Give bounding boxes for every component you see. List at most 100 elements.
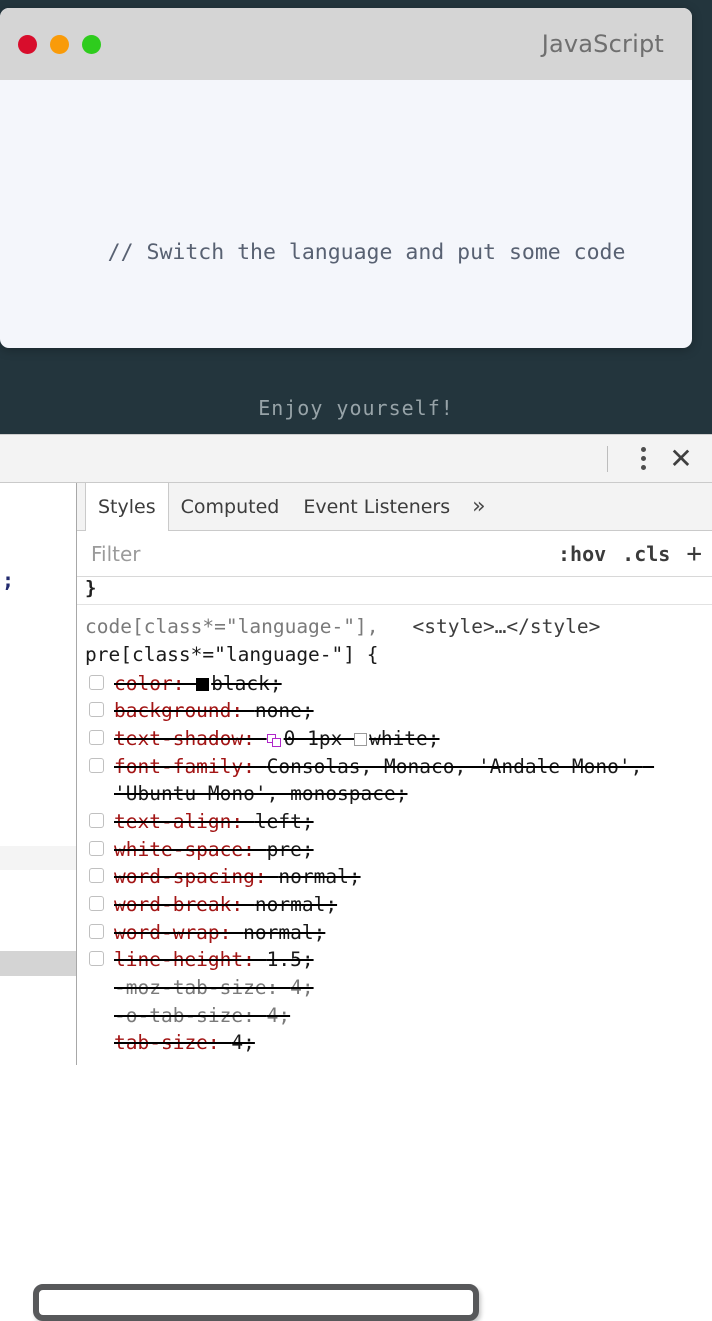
declaration-value[interactable]: black; (211, 672, 281, 695)
declaration-value[interactable]: none; (255, 699, 314, 722)
more-options-button[interactable] (624, 440, 662, 478)
declaration-property[interactable]: word-wrap: (114, 921, 243, 944)
declaration-property[interactable]: -moz-tab-size: (114, 976, 290, 999)
declaration-value[interactable]: left; (255, 810, 314, 833)
shadow-swatch-icon[interactable] (266, 733, 282, 747)
css-declaration-row[interactable]: line-height: 1.5; (85, 946, 712, 974)
declaration-property[interactable]: word-spacing: (114, 865, 278, 888)
css-declaration-row[interactable]: -moz-tab-size: 4; (85, 974, 712, 1002)
color-swatch-icon[interactable] (354, 732, 368, 746)
declaration-enable-checkbox[interactable] (89, 729, 104, 745)
declaration-text[interactable]: tab-size: 4; (114, 1029, 255, 1057)
close-devtools-button[interactable]: ✕ (662, 440, 700, 478)
declaration-value[interactable]: 4; (290, 976, 313, 999)
css-selector-line-2[interactable]: pre[class*="language-"] { (85, 643, 379, 666)
kebab-menu-icon (640, 447, 646, 470)
css-declaration-row[interactable]: word-break: normal; (85, 891, 712, 919)
filter-input[interactable]: Filter (91, 542, 141, 566)
declaration-text[interactable]: text-shadow: 0 1px white; (114, 725, 440, 753)
css-selector-line-1[interactable]: code[class*="language-"], (85, 613, 379, 641)
declaration-property[interactable]: line-height: (114, 948, 267, 971)
dom-tree-panel[interactable]: ; (0, 483, 77, 1065)
declaration-text[interactable]: color: black; (114, 670, 282, 698)
code-area[interactable]: // Switch the language and put some code… (0, 80, 692, 348)
dom-tree-text: ; (2, 568, 15, 592)
minimize-window-button[interactable] (50, 34, 69, 54)
css-rule-block: code[class*="language-"], <style>…</styl… (77, 605, 712, 1057)
previous-rule-closing-brace: } (77, 577, 712, 605)
css-declaration-row[interactable]: background: none; (85, 697, 712, 725)
filter-actions: :hov .cls + (558, 539, 706, 569)
hov-toggle-button[interactable]: :hov (558, 542, 606, 566)
declaration-text[interactable]: text-align: left; (114, 808, 314, 836)
declaration-property[interactable]: color: (114, 672, 196, 695)
styles-filter-bar: Filter :hov .cls + (77, 531, 712, 577)
declaration-text[interactable]: -o-tab-size: 4; (114, 1002, 290, 1030)
dom-row-highlight-selected (0, 951, 76, 976)
declaration-text[interactable]: line-height: 1.5; (114, 946, 314, 974)
declaration-enable-checkbox[interactable] (89, 757, 104, 773)
declaration-enable-checkbox[interactable] (89, 812, 104, 828)
tab-computed-label: Computed (180, 495, 280, 518)
declaration-value[interactable]: normal; (255, 893, 337, 916)
close-icon: ✕ (669, 441, 693, 475)
declaration-enable-checkbox[interactable] (89, 923, 104, 939)
declaration-text[interactable]: -moz-tab-size: 4; (114, 974, 314, 1002)
css-declaration-row[interactable]: white-space: pre; (85, 836, 712, 864)
declaration-property[interactable]: background: (114, 699, 255, 722)
devtools-split: ; Styles Computed Event Listeners » Filt… (0, 483, 712, 1065)
declaration-text[interactable]: word-spacing: normal; (114, 863, 361, 891)
css-selector-row-2: pre[class*="language-"] { (85, 641, 712, 669)
declaration-enable-checkbox[interactable] (89, 702, 104, 718)
declaration-property[interactable]: text-shadow: (114, 727, 267, 750)
tab-event-listeners[interactable]: Event Listeners (291, 483, 462, 530)
window-controls[interactable] (18, 34, 101, 54)
declaration-text[interactable]: background: none; (114, 697, 314, 725)
tab-computed[interactable]: Computed (169, 483, 292, 530)
declaration-property[interactable]: -o-tab-size: (114, 1004, 267, 1027)
css-declaration-row[interactable]: word-spacing: normal; (85, 863, 712, 891)
toolbar-divider (607, 445, 608, 472)
declaration-enable-checkbox[interactable] (89, 896, 104, 912)
declaration-enable-checkbox[interactable] (89, 840, 104, 856)
declaration-property[interactable]: tab-size: (114, 1031, 231, 1054)
stylesheet-origin-link[interactable]: <style>…</style> (413, 613, 601, 641)
declaration-enable-checkbox[interactable] (89, 674, 104, 690)
cls-toggle-button[interactable]: .cls (622, 542, 670, 566)
declaration-value[interactable]: 4; (267, 1004, 290, 1027)
css-declaration-row[interactable]: word-wrap: normal; (85, 919, 712, 947)
tab-styles-label: Styles (98, 496, 156, 518)
declaration-property[interactable]: text-align: (114, 810, 255, 833)
declaration-text[interactable]: word-wrap: normal; (114, 919, 325, 947)
dom-row-highlight-light (0, 846, 76, 870)
color-swatch-icon[interactable] (196, 677, 210, 691)
tab-styles[interactable]: Styles (85, 483, 169, 531)
css-declaration-row[interactable]: text-shadow: 0 1px white; (85, 725, 712, 753)
declaration-text[interactable]: word-break: normal; (114, 891, 337, 919)
close-window-button[interactable] (18, 34, 37, 54)
css-declaration-row[interactable]: font-family: Consolas, Monaco, 'Andale M… (85, 753, 712, 808)
declaration-property[interactable]: font-family: (114, 755, 267, 778)
declaration-enable-checkbox[interactable] (89, 868, 104, 884)
declaration-value[interactable]: 4; (231, 1031, 254, 1054)
css-declaration-list: color: black; background: none; text-shado… (85, 670, 712, 1058)
declaration-text[interactable]: font-family: Consolas, Monaco, 'Andale M… (114, 753, 712, 808)
declaration-property[interactable]: white-space: (114, 838, 267, 861)
declaration-value[interactable]: 1.5; (267, 948, 314, 971)
css-declaration-row[interactable]: color: black; (85, 670, 712, 698)
tab-overflow-button[interactable]: » (462, 483, 495, 530)
declaration-value[interactable]: normal; (278, 865, 360, 888)
css-declaration-row[interactable]: -o-tab-size: 4; (85, 1002, 712, 1030)
zoom-window-button[interactable] (82, 34, 101, 54)
declaration-value[interactable]: normal; (243, 921, 325, 944)
declaration-enable-checkbox[interactable] (89, 951, 104, 967)
chevron-double-right-icon: » (472, 494, 486, 519)
declaration-value[interactable]: 0 1px white; (266, 727, 440, 750)
devtools-toolbar: ✕ (0, 435, 712, 483)
declaration-value[interactable]: pre; (267, 838, 314, 861)
declaration-text[interactable]: white-space: pre; (114, 836, 314, 864)
css-declaration-row[interactable]: text-align: left; (85, 808, 712, 836)
css-declaration-row[interactable]: tab-size: 4; (85, 1029, 712, 1057)
declaration-property[interactable]: word-break: (114, 893, 255, 916)
new-style-rule-button[interactable]: + (686, 539, 702, 569)
